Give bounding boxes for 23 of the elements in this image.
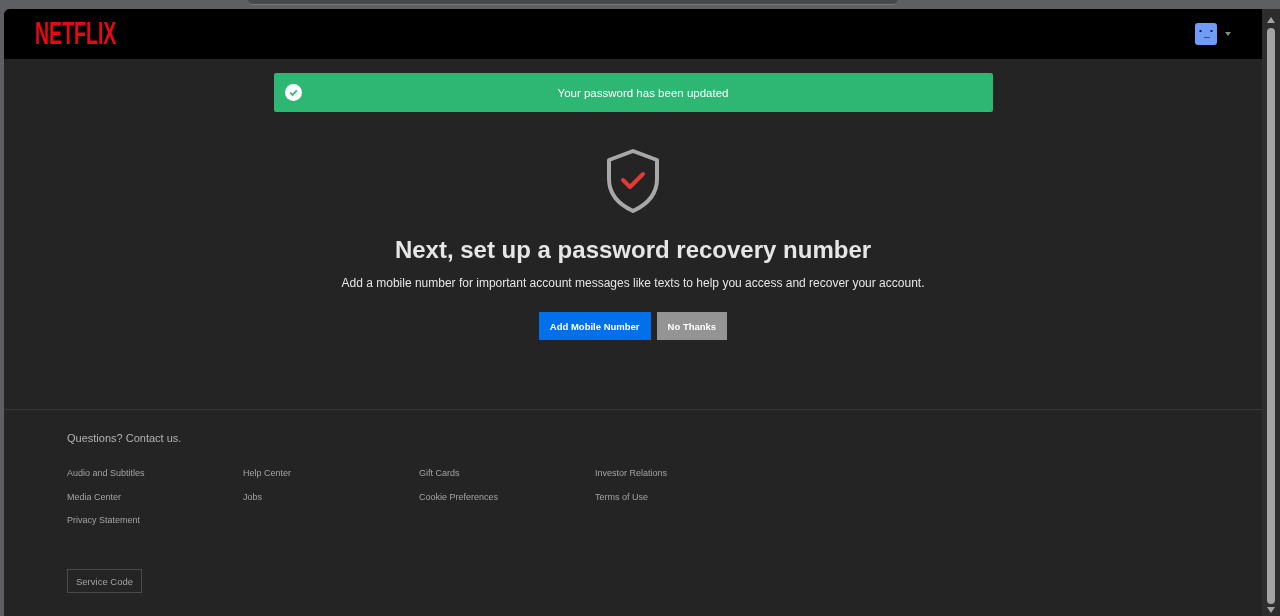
contact-link[interactable]: Questions? Contact us. — [67, 430, 182, 446]
footer-link[interactable]: Jobs — [243, 489, 262, 504]
add-mobile-button[interactable]: Add Mobile Number — [538, 312, 651, 340]
check-circle-icon — [284, 84, 302, 101]
footer-link[interactable]: Terms of Use — [595, 489, 648, 504]
footer-link[interactable]: Help Center — [243, 466, 292, 480]
footer-link[interactable]: Media Center — [67, 489, 122, 504]
footer-link[interactable]: Investor Relations — [595, 466, 668, 480]
netflix-logo[interactable]: NETFLIX — [35, 18, 117, 50]
footer-link[interactable]: Audio and Subtitles — [67, 466, 145, 480]
footer-link[interactable]: Cookie Preferences — [419, 489, 499, 504]
shield-check-icon — [606, 149, 660, 213]
scrollbar-thumb[interactable] — [1267, 28, 1275, 604]
page-heading: Next, set up a password recovery number — [394, 235, 872, 265]
footer-link[interactable]: Privacy Statement — [67, 513, 141, 527]
avatar-icon[interactable] — [1195, 23, 1217, 45]
banner-message: Your password has been updated — [556, 86, 730, 99]
scroll-up-icon[interactable] — [1267, 17, 1275, 23]
description-text: Add a mobile number for important account messages like texts to help you access and recover your account. — [341, 275, 925, 292]
caret-icon[interactable] — [1225, 32, 1231, 36]
footer-link[interactable]: Gift Cards — [419, 466, 460, 480]
service-code-button[interactable]: Service Code — [67, 569, 143, 593]
scroll-down-icon[interactable] — [1267, 607, 1275, 613]
